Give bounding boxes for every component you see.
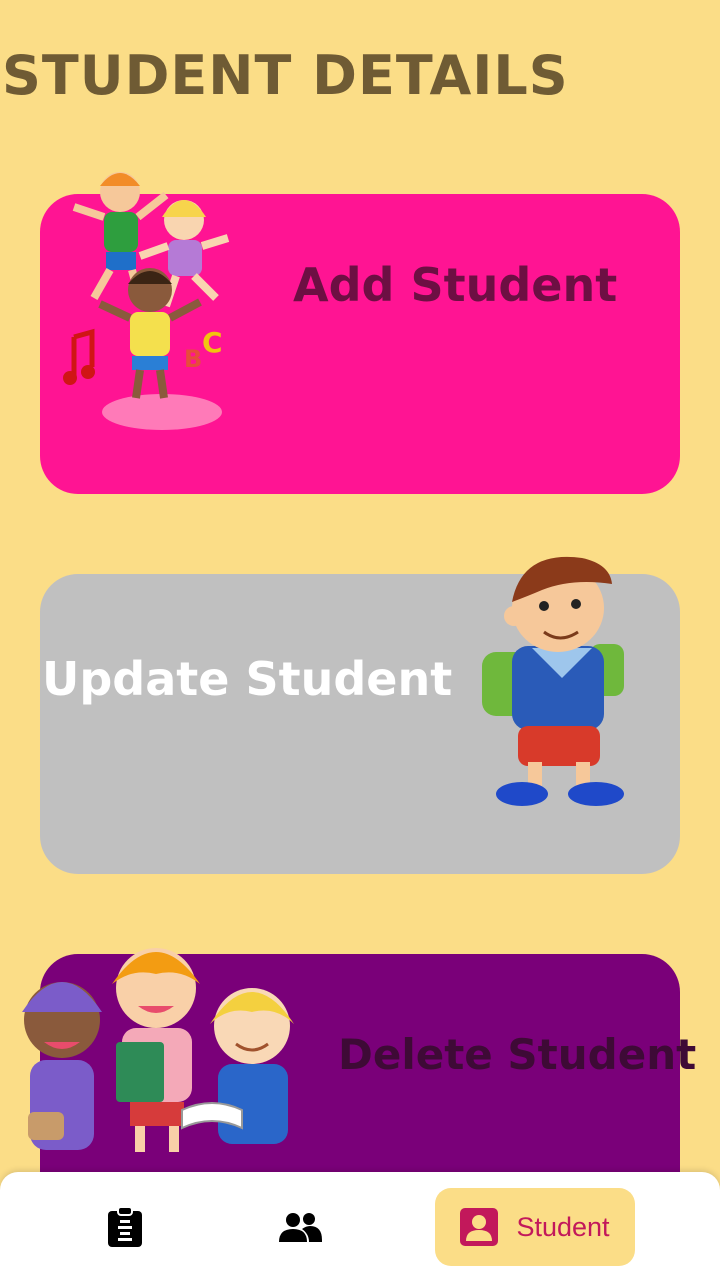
svg-text:B: B — [184, 345, 202, 373]
boy-with-backpack-illustration — [482, 556, 624, 806]
update-student-label: Update Student — [42, 652, 453, 706]
delete-student-label: Delete Student — [338, 1030, 697, 1079]
person-badge-icon — [460, 1208, 499, 1246]
kids-playing-illustration: C B — [63, 172, 230, 430]
add-student-label: Add Student — [293, 258, 618, 312]
nav-item-student-label: Student — [516, 1211, 610, 1242]
nav-item-people[interactable] — [245, 1188, 355, 1266]
people-icon — [279, 1213, 322, 1242]
bottom-navigation: Student — [0, 1172, 720, 1280]
nav-item-clipboard[interactable] — [70, 1188, 180, 1266]
clipboard-icon — [108, 1206, 142, 1247]
add-student-card[interactable]: C B Add Student — [40, 172, 680, 494]
page-title: STUDENT DETAILS — [2, 44, 569, 107]
kids-with-books-illustration — [22, 948, 294, 1152]
nav-item-student[interactable]: Student — [435, 1188, 635, 1266]
svg-text:C: C — [202, 326, 223, 359]
update-student-card[interactable]: Update Student — [40, 556, 680, 874]
